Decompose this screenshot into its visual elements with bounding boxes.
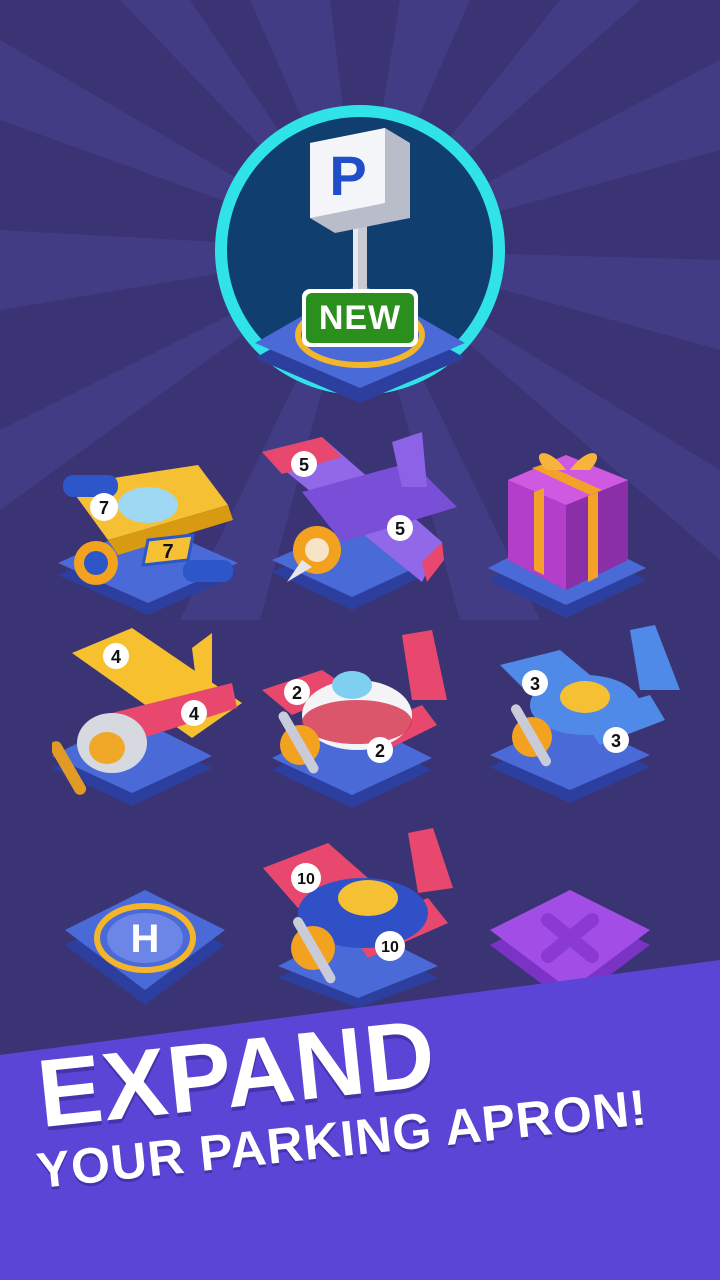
grid-item-gift[interactable] [488,440,688,620]
helipad-letter: H [131,917,160,961]
svg-text:5: 5 [299,455,309,475]
propeller-plane-icon: 3 3 [490,625,680,803]
svg-text:5: 5 [395,519,405,539]
new-tag: NEW [302,289,418,347]
svg-text:4: 4 [189,704,199,724]
svg-text:2: 2 [375,741,385,761]
biplane-icon: 4 4 [50,628,242,806]
gift-box-icon [488,453,646,618]
jet-plane-icon: 7 7 [58,465,238,615]
svg-text:2: 2 [292,683,302,703]
svg-text:7: 7 [99,498,109,518]
svg-text:P: P [329,144,366,207]
grid-item-plane-7[interactable]: 7 7 [48,445,248,625]
svg-text:10: 10 [297,871,315,888]
svg-text:3: 3 [611,731,621,751]
biplane-icon: 5 5 [262,432,457,610]
svg-text:3: 3 [530,674,540,694]
grid-item-plane-2[interactable]: 2 2 [262,630,462,810]
svg-text:4: 4 [111,647,121,667]
new-tag-label: NEW [318,298,402,337]
svg-text:10: 10 [381,939,399,956]
propeller-plane-icon: 2 2 [262,630,447,808]
grid-item-plane-5[interactable]: 5 5 [262,432,462,612]
parking-sign-icon: P [215,105,505,403]
svg-text:7: 7 [162,541,173,563]
grid-item-plane-4[interactable]: 4 4 [50,628,252,808]
new-parking-badge: P NEW [210,103,510,403]
grid-item-plane-3[interactable]: 3 3 [490,625,690,805]
